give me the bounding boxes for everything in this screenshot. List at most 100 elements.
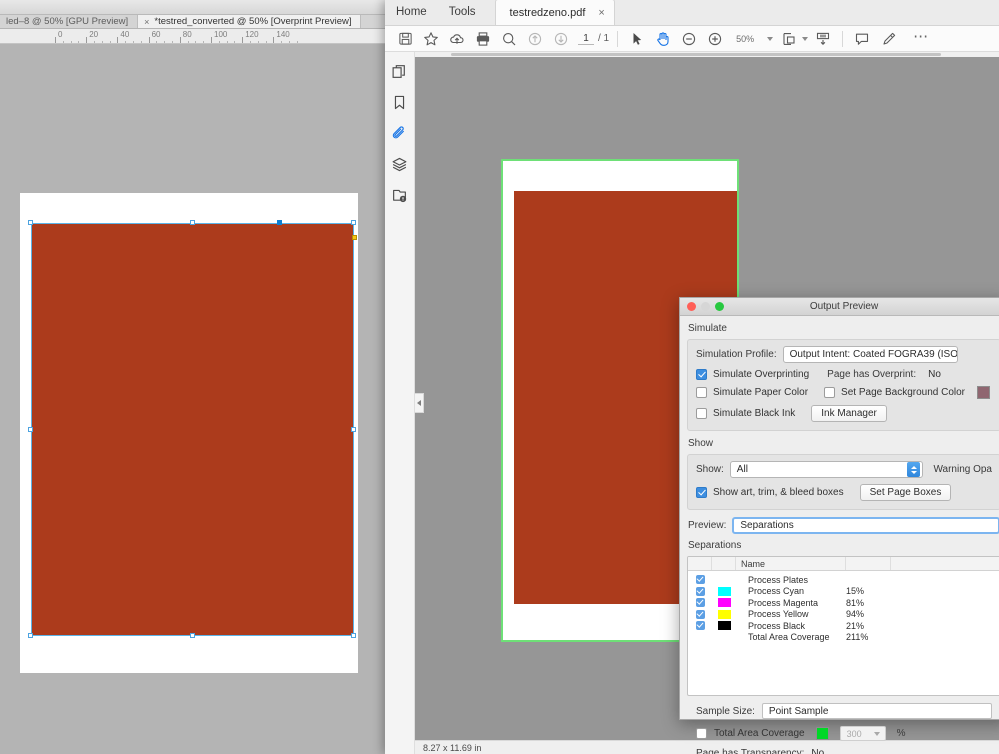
total-area-coverage-checkbox[interactable] [696, 728, 707, 739]
preview-select[interactable]: Separations [732, 517, 999, 534]
bookmarks-icon[interactable] [391, 93, 409, 111]
find-icon[interactable] [496, 27, 522, 51]
show-art-trim-bleed-boxes-checkbox[interactable] [696, 487, 707, 498]
separation-row[interactable]: Process Plates [688, 574, 999, 586]
illustrator-tab-1[interactable]: × *testred_converted @ 50% [Overprint Pr… [138, 15, 361, 28]
ruler-label: 80 [183, 30, 192, 39]
selection-handle-bl[interactable] [28, 633, 33, 638]
hand-tool-icon[interactable] [650, 27, 676, 51]
selection-handle-tm[interactable] [190, 220, 195, 225]
acrobat-document-tab[interactable]: testredzeno.pdf × [495, 0, 615, 25]
percent-label: % [897, 728, 906, 739]
acrobat-toolbar: 1 / 1 50% [385, 26, 999, 52]
col-extra-header[interactable] [891, 557, 999, 570]
page-navigation[interactable]: 1 / 1 [578, 33, 609, 45]
acrobat-left-rail [385, 52, 415, 754]
zoom-out-icon[interactable] [676, 27, 702, 51]
selection-handle-tr[interactable] [351, 220, 356, 225]
previous-page-icon[interactable] [522, 27, 548, 51]
separation-value: 211% [846, 632, 891, 642]
selection-anchor-selected[interactable] [277, 220, 282, 225]
selection-handle-mr[interactable] [351, 427, 356, 432]
layers-icon[interactable] [391, 155, 409, 173]
chevron-updown-icon[interactable] [907, 462, 920, 477]
illustrator-tab-1-close-icon[interactable]: × [144, 17, 149, 27]
page-background-color-swatch[interactable] [977, 386, 990, 399]
minimize-window-button[interactable] [701, 302, 710, 311]
ink-manager-button[interactable]: Ink Manager [811, 405, 887, 422]
simulate-black-ink-checkbox[interactable] [696, 408, 707, 419]
scrollbar-thumb[interactable] [451, 53, 941, 56]
zoom-dropdown-icon[interactable] [762, 27, 778, 51]
next-page-icon[interactable] [548, 27, 574, 51]
simulation-profile-label: Simulation Profile: [696, 349, 777, 360]
upload-cloud-icon[interactable] [444, 27, 470, 51]
zoom-in-icon[interactable] [702, 27, 728, 51]
zoom-level-label[interactable]: 50% [728, 34, 762, 44]
set-page-boxes-button[interactable]: Set Page Boxes [860, 484, 952, 501]
separation-row[interactable]: Total Area Coverage211% [688, 632, 999, 644]
separation-visibility-checkbox[interactable] [688, 610, 712, 619]
separations-table[interactable]: Name Process PlatesProcess Cyan15%Proces… [687, 556, 999, 696]
show-select[interactable]: All [730, 461, 924, 478]
save-icon[interactable] [392, 27, 418, 51]
separation-visibility-checkbox[interactable] [688, 621, 712, 630]
simulate-group: Simulation Profile: Output Intent: Coate… [687, 339, 999, 431]
separations-rows: Process PlatesProcess Cyan15%Process Mag… [688, 571, 999, 643]
page-thumbnails-icon[interactable] [391, 62, 409, 80]
document-properties-icon[interactable] [391, 186, 409, 204]
more-tools-label: ⋯ [913, 27, 929, 50]
separation-visibility-checkbox[interactable] [688, 587, 712, 596]
close-window-button[interactable] [687, 302, 696, 311]
comment-icon[interactable] [849, 27, 875, 51]
selection-handle-br[interactable] [351, 633, 356, 638]
more-tools-button[interactable]: ⋯ [901, 27, 941, 51]
separation-row[interactable]: Process Black21% [688, 620, 999, 632]
select-tool-icon[interactable] [624, 27, 650, 51]
selection-handle-tl[interactable] [28, 220, 33, 225]
ruler-label: 120 [245, 30, 258, 39]
maximize-window-button[interactable] [715, 302, 724, 311]
show-group: Show: All Warning Opa Show art, trim, & … [687, 454, 999, 510]
selection-handle-ml[interactable] [28, 427, 33, 432]
ruler-label: 20 [89, 30, 98, 39]
print-icon[interactable] [470, 27, 496, 51]
illustrator-artboard [20, 193, 358, 673]
show-group-label: Show [688, 438, 999, 449]
ruler-tick [117, 37, 118, 44]
set-page-background-color-checkbox[interactable] [824, 387, 835, 398]
illustrator-tab-0[interactable]: led–8 @ 50% [GPU Preview] [0, 15, 138, 28]
selection-handle-bm[interactable] [190, 633, 195, 638]
simulate-paper-color-checkbox[interactable] [696, 387, 707, 398]
close-icon[interactable]: × [598, 7, 604, 19]
panel-collapse-handle[interactable] [415, 393, 424, 413]
chevron-down-icon [874, 732, 880, 736]
total-area-coverage-swatch[interactable] [816, 727, 829, 740]
simulate-overprinting-checkbox[interactable] [696, 369, 707, 380]
simulation-profile-select[interactable]: Output Intent: Coated FOGRA39 (ISO 12... [783, 346, 958, 363]
sample-size-select[interactable]: Point Sample [762, 703, 992, 719]
separations-group-label: Separations [688, 540, 999, 551]
warning-opacity-label: Warning Opa [933, 464, 992, 475]
page-fit-dropdown-icon[interactable] [800, 27, 810, 51]
highlight-icon[interactable] [875, 27, 901, 51]
col-name-header[interactable]: Name [736, 557, 846, 570]
separation-row[interactable]: Process Yellow94% [688, 609, 999, 621]
acrobat-menu-tools[interactable]: Tools [438, 0, 487, 25]
attachments-icon[interactable] [391, 124, 409, 142]
output-preview-dialog[interactable]: Output Preview Simulate Simulation Profi… [679, 297, 999, 720]
separation-row[interactable]: Process Magenta81% [688, 597, 999, 609]
ruler-label: 60 [152, 30, 161, 39]
add-to-favorites-icon[interactable] [418, 27, 444, 51]
illustrator-red-rectangle[interactable] [31, 223, 354, 636]
live-corner-widget[interactable] [352, 235, 357, 240]
total-area-coverage-input[interactable]: 300 [840, 726, 886, 741]
page-fit-icon[interactable] [778, 27, 800, 51]
separation-visibility-checkbox[interactable] [688, 575, 712, 584]
scrolling-mode-icon[interactable] [810, 27, 836, 51]
col-value-header[interactable] [846, 557, 891, 570]
acrobat-menu-home[interactable]: Home [385, 0, 438, 25]
separation-row[interactable]: Process Cyan15% [688, 586, 999, 598]
separation-visibility-checkbox[interactable] [688, 598, 712, 607]
page-number-input[interactable]: 1 [578, 33, 594, 45]
